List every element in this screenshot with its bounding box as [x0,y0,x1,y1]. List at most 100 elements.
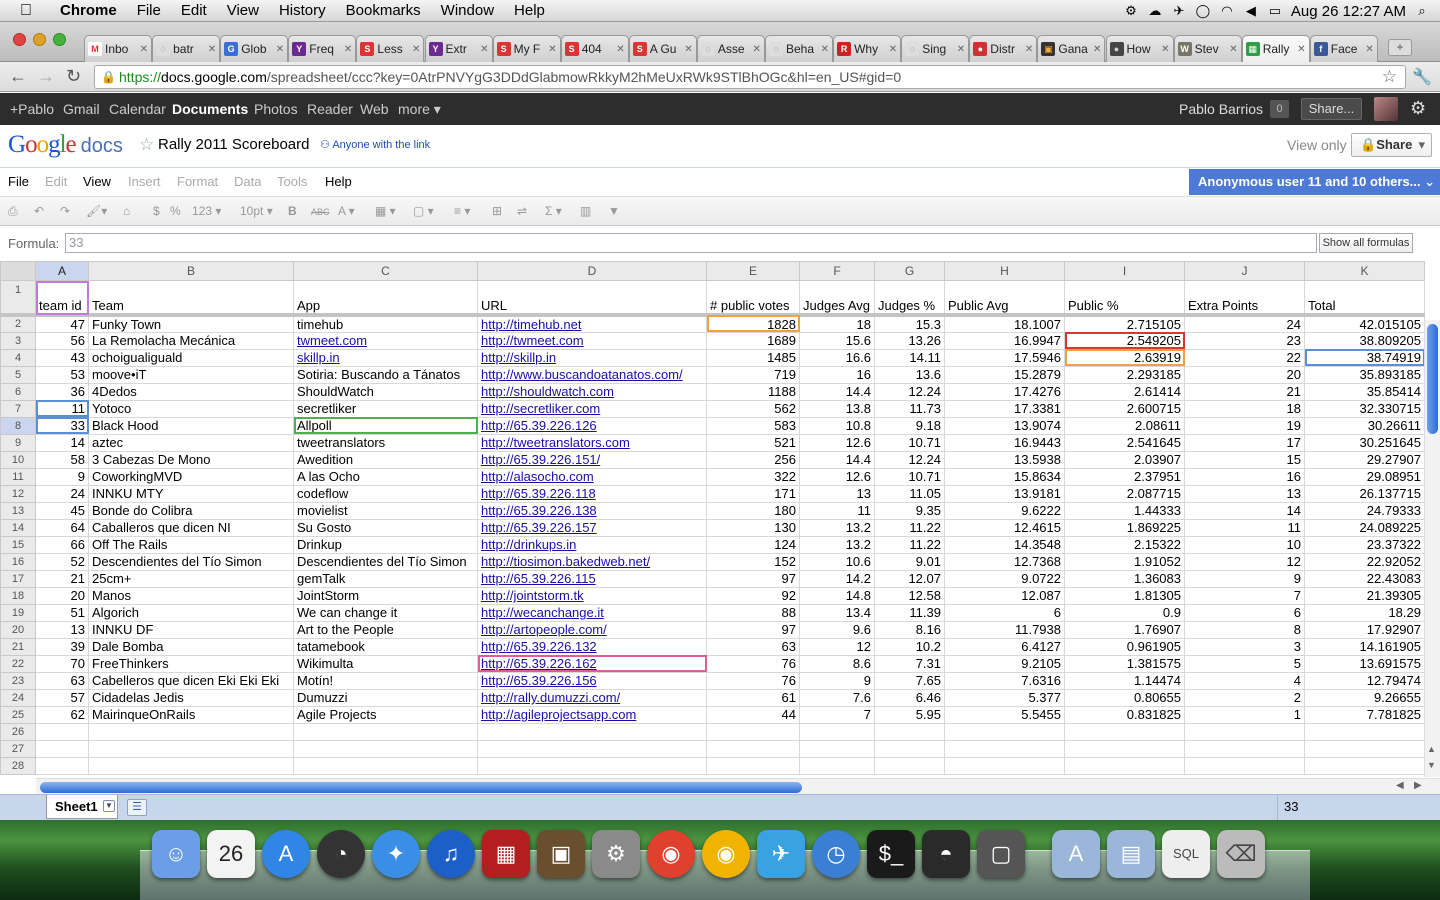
cell[interactable]: Motín! [293,671,478,690]
cell[interactable]: Art to the People [293,620,478,639]
row-header[interactable]: 15 [0,535,36,554]
cell[interactable]: 124 [706,535,800,554]
cell[interactable]: 10.2 [874,637,945,656]
cell[interactable]: 2.61414 [1064,382,1185,401]
cell[interactable]: 8 [1184,620,1305,639]
cell[interactable]: 12.24 [874,382,945,401]
iphoto-icon[interactable]: ▣ [537,830,585,878]
cell[interactable]: 20 [35,586,89,605]
avatar[interactable] [1374,97,1398,121]
cell[interactable]: 9.6222 [944,501,1065,520]
cell[interactable]: 180 [706,501,800,520]
select-all-corner[interactable] [0,261,36,281]
cell[interactable]: 9 [1184,569,1305,588]
close-tab-icon[interactable]: ✕ [684,44,692,55]
cell[interactable] [88,739,294,758]
cell[interactable]: 12.07 [874,569,945,588]
cell[interactable]: 12.6 [799,467,875,486]
cell[interactable]: 1.14474 [1064,671,1185,690]
cell-link[interactable]: http://secretliker.com [481,401,600,416]
collaborators-indicator[interactable]: Anonymous user 11 and 10 others... ⌄ [1189,169,1440,195]
cell[interactable]: 36 [35,382,89,401]
cell[interactable]: 63 [35,671,89,690]
cell[interactable]: 8.6 [799,654,875,673]
cell-link[interactable]: http://tiosimon.bakedweb.net/ [481,554,650,569]
cell[interactable]: 12.4615 [944,518,1065,537]
cell-link[interactable]: http://alasocho.com [481,469,594,484]
cell[interactable] [35,722,89,741]
row-header[interactable]: 16 [0,552,36,571]
gbar-link-documents[interactable]: Documents [172,101,248,117]
cell[interactable]: Off The Rails [88,535,294,554]
preview-icon[interactable]: ▢ [977,830,1025,878]
cell[interactable]: 11.39 [874,603,945,622]
star-icon[interactable]: ☆ [139,135,154,155]
cell[interactable]: 12.6 [799,433,875,452]
cell[interactable]: 7.781825 [1304,705,1425,724]
chart-icon[interactable]: ▥ [580,204,591,218]
menu-window[interactable]: Window [431,2,504,19]
cell[interactable] [874,756,945,775]
cell[interactable]: 152 [706,552,800,571]
cell[interactable]: http://rally.dumuzzi.com/ [477,688,707,707]
column-title-cell[interactable]: App [293,280,478,317]
cell-link[interactable]: http://65.39.226.156 [481,673,597,688]
cell[interactable]: 14 [35,433,89,452]
cell-link[interactable]: http://drinkups.in [481,537,576,552]
cell[interactable]: 24 [35,484,89,503]
cell[interactable]: http://65.39.226.126 [477,416,707,435]
menu-insert[interactable]: Insert [128,174,161,189]
cell-link[interactable]: http://65.39.226.115 [481,571,596,586]
close-tab-icon[interactable]: ✕ [821,44,829,55]
cell[interactable] [293,739,478,758]
new-tab-button[interactable]: + [1388,39,1412,56]
cell[interactable]: http://skillp.in [477,348,707,367]
cell[interactable]: Descendientes del Tío Simon [293,552,478,571]
itunes-icon[interactable]: ♫ [427,830,475,878]
column-header[interactable]: G [874,261,945,281]
cell[interactable]: 16.9947 [944,331,1065,350]
cell[interactable]: 11 [799,501,875,520]
cell[interactable]: 719 [706,365,800,384]
cell[interactable]: 9.26655 [1304,688,1425,707]
paint-format-icon[interactable]: 🖌▾ [86,204,107,218]
close-tab-icon[interactable]: ✕ [1093,44,1101,55]
cell[interactable]: 1828 [706,314,800,333]
cell[interactable]: 7.65 [874,671,945,690]
cell[interactable]: 11 [35,399,89,418]
spotlight-search-icon[interactable]: ⌕ [1414,4,1430,18]
borders-dropdown[interactable]: ▢ ▾ [413,204,434,218]
back-icon[interactable]: ← [9,67,27,85]
column-header[interactable]: B [88,261,294,281]
cell[interactable]: 12.087 [944,586,1065,605]
row-header[interactable]: 2 [0,314,36,333]
cell[interactable]: 13 [1184,484,1305,503]
cell[interactable]: 1 [1184,705,1305,724]
cell[interactable]: http://timehub.net [477,314,707,333]
dashboard-icon[interactable]: ◔ [317,830,365,878]
notification-count[interactable]: 0 [1270,100,1289,118]
cell[interactable]: 4 [1184,671,1305,690]
cell[interactable]: 1689 [706,331,800,350]
cell[interactable]: 30.251645 [1304,433,1425,452]
cell[interactable]: aztec [88,433,294,452]
cell[interactable]: 1.869225 [1064,518,1185,537]
cell[interactable]: 38.809205 [1304,331,1425,350]
cell[interactable]: http://65.39.226.151/ [477,450,707,469]
menu-file[interactable]: File [127,2,171,19]
browser-tab[interactable]: G Glob ✕ [220,35,289,62]
cell[interactable] [35,756,89,775]
cell[interactable]: Sotiria: Buscando a Tánatos [293,365,478,384]
cell-link[interactable]: http://skillp.in [481,350,556,365]
functions-dropdown[interactable]: Σ ▾ [545,204,562,218]
cell[interactable]: 10.71 [874,467,945,486]
cell-link[interactable]: http://65.39.226.126 [481,418,597,433]
cell[interactable]: 20 [1184,365,1305,384]
cell[interactable]: 17.4276 [944,382,1065,401]
clock[interactable]: Aug 26 12:27 AM [1291,3,1406,20]
cell[interactable]: 11.22 [874,535,945,554]
cell[interactable] [88,722,294,741]
browser-tab[interactable]: Y Freq ✕ [288,35,357,62]
close-tab-icon[interactable]: ✕ [957,44,965,55]
row-header[interactable]: 24 [0,688,36,707]
